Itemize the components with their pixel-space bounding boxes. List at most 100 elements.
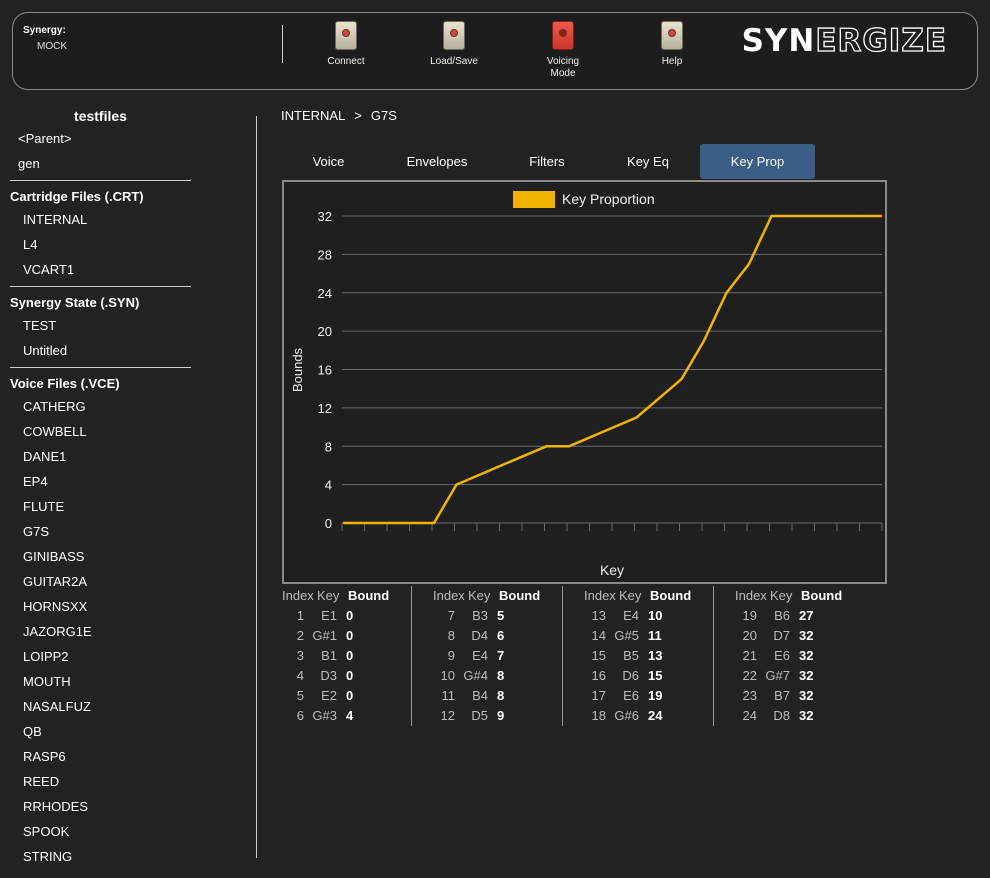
table-cell-key: E6 <box>623 688 639 703</box>
sidebar-item-voice-file[interactable]: COWBELL <box>10 419 191 444</box>
sidebar-item-voice-file[interactable]: G7S <box>10 519 191 544</box>
top-toolbar: Synergy: MOCK Connect Load/Save Voicing … <box>12 12 978 90</box>
breadcrumb-root[interactable]: INTERNAL <box>281 108 345 123</box>
table-row: 13 E4 10 <box>563 608 713 628</box>
data-point <box>567 445 571 448</box>
divider <box>10 286 191 287</box>
table-cell-index: 22 <box>742 668 757 683</box>
table-row: 19 B6 27 <box>714 608 864 628</box>
sidebar-item-voice-file[interactable]: FLUTE <box>10 494 191 519</box>
section-cartridge-files: Cartridge Files (.CRT) <box>10 189 144 204</box>
chart-svg: 0 4 8 12 16 20 24 28 32 Key Proportion Key Bounds <box>290 191 883 578</box>
tab-envelopes[interactable]: Envelopes <box>386 144 488 179</box>
table-row: 9 E4 7 <box>412 648 562 668</box>
data-point <box>702 339 706 342</box>
data-point <box>432 521 436 525</box>
table-cell-bound: 32 <box>799 688 814 703</box>
table-header-bound: Bound <box>499 588 541 603</box>
table-header-index: Index <box>735 588 767 603</box>
sidebar-item-voice-file[interactable]: JAZORG1E <box>10 619 191 644</box>
table-cell-key: E1 <box>321 608 337 623</box>
tab-voice[interactable]: Voice <box>282 144 375 179</box>
sidebar-item-l4[interactable]: L4 <box>10 232 191 257</box>
table-row: 12 D5 9 <box>412 708 562 728</box>
sidebar-item-voice-file[interactable]: RASP6 <box>10 744 191 769</box>
voice-file-list: CATHERG COWBELL DANE1 EP4 FLUTE G7S GINIBASS GU… <box>10 394 191 869</box>
table-cell-index: 23 <box>742 688 757 703</box>
file-browser-sidebar: testfiles <Parent> gen Cartridge Files (… <box>10 108 191 869</box>
table-cell-key: D7 <box>773 628 790 643</box>
table-cell-bound: 7 <box>497 648 505 663</box>
table-cell-bound: 32 <box>799 708 814 723</box>
sidebar-item-voice-file[interactable]: GUITAR2A <box>10 569 191 594</box>
sidebar-item-voice-file[interactable]: RRHODES <box>10 794 191 819</box>
sidebar-item-voice-file[interactable]: LOIPP2 <box>10 644 191 669</box>
table-cell-index: 5 <box>296 688 304 703</box>
table-header-index: Index <box>282 588 314 603</box>
data-point <box>455 483 458 486</box>
tab-key-prop[interactable]: Key Prop <box>700 144 815 179</box>
sidebar-item-gen[interactable]: gen <box>10 151 191 176</box>
legend-label: Key Proportion <box>562 191 655 207</box>
sidebar-item-voice-file[interactable]: DANE1 <box>10 444 191 469</box>
table-cell-key: D3 <box>320 668 337 683</box>
sidebar-item-parent[interactable]: <Parent> <box>10 126 191 151</box>
data-point <box>545 445 548 448</box>
sidebar-item-untitled[interactable]: Untitled <box>10 338 191 363</box>
sidebar-divider <box>256 116 257 858</box>
tab-filters[interactable]: Filters <box>500 144 594 179</box>
sidebar-item-voice-file[interactable]: NASALFUZ <box>10 694 191 719</box>
y-tick-label: 16 <box>318 363 332 378</box>
sidebar-item-voice-file[interactable]: CATHERG <box>10 394 191 419</box>
table-row: 5 E2 0 <box>282 688 432 708</box>
sidebar-item-voice-file[interactable]: MOUTH <box>10 669 191 694</box>
table-row: 7 B3 5 <box>412 608 562 628</box>
sidebar-item-internal[interactable]: INTERNAL <box>10 207 191 232</box>
sidebar-item-voice-file[interactable]: EP4 <box>10 469 191 494</box>
sidebar-item-voice-file[interactable]: REED <box>10 769 191 794</box>
y-axis-label: Bounds <box>290 347 305 392</box>
data-point <box>590 435 593 438</box>
table-header-bound: Bound <box>801 588 843 603</box>
table-row: 2 G#1 0 <box>282 628 432 648</box>
table-cell-index: 4 <box>296 668 304 683</box>
table-cell-key: E4 <box>472 648 488 663</box>
table-cell-bound: 32 <box>799 648 814 663</box>
table-header: Index Key Bound <box>282 588 432 606</box>
section-synergy-state: Synergy State (.SYN) <box>10 295 140 310</box>
table-row: 24 D8 32 <box>714 708 864 728</box>
table-cell-index: 14 <box>591 628 606 643</box>
table-cell-key: D4 <box>471 628 488 643</box>
table-row: 10 G#4 8 <box>412 668 562 688</box>
table-cell-index: 7 <box>447 608 455 623</box>
table-cell-key: B6 <box>774 608 790 623</box>
sidebar-item-voice-file[interactable]: SPOOK <box>10 819 191 844</box>
table-header-key: Key <box>619 588 642 603</box>
table-header: Index Key Bound <box>563 588 713 606</box>
load-save-label: Load/Save <box>430 56 478 67</box>
divider <box>10 367 191 368</box>
sidebar-item-voice-file[interactable]: HORNSXX <box>10 594 191 619</box>
help-button[interactable]: Help <box>637 21 707 68</box>
table-column-group: Index Key Bound 13 E4 10 14 G#5 11 15 B5 13 16 D6 15 17… <box>562 586 712 726</box>
table-cell-bound: 11 <box>648 628 662 643</box>
table-cell-bound: 15 <box>648 668 663 683</box>
tab-key-eq[interactable]: Key Eq <box>600 144 696 179</box>
sidebar-item-voice-file[interactable]: STRING <box>10 844 191 869</box>
sidebar-item-voice-file[interactable]: QB <box>10 719 191 744</box>
table-cell-key: B3 <box>472 608 488 623</box>
sidebar-item-test[interactable]: TEST <box>10 313 191 338</box>
divider <box>10 180 191 181</box>
sidebar-item-voice-file[interactable]: GINIBASS <box>10 544 191 569</box>
table-header: Index Key Bound <box>714 588 864 606</box>
voicing-mode-button[interactable]: Voicing Mode <box>528 21 598 80</box>
data-point <box>365 521 368 525</box>
sidebar-item-vcart1[interactable]: VCART1 <box>10 257 191 282</box>
load-save-button[interactable]: Load/Save <box>419 21 489 68</box>
data-point <box>747 262 751 266</box>
switch-icon-active <box>552 21 574 50</box>
data-point <box>477 473 481 477</box>
data-point <box>612 425 616 429</box>
connect-button[interactable]: Connect <box>311 21 381 68</box>
table-cell-key: D5 <box>471 708 488 723</box>
